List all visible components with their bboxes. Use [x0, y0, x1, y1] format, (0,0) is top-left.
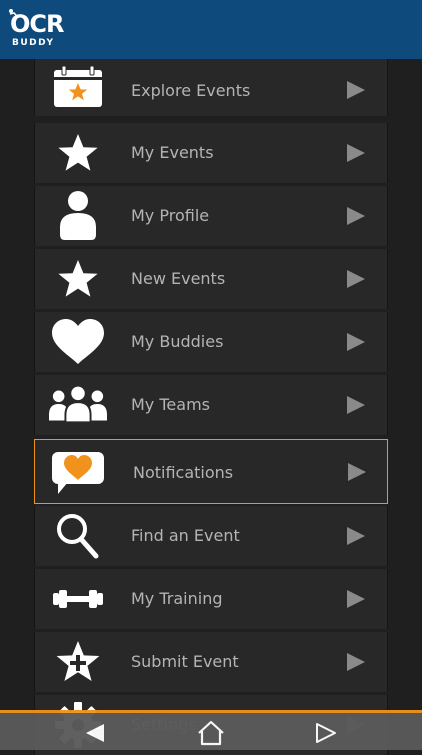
magnifier-icon: [49, 511, 107, 561]
back-button[interactable]: [78, 717, 112, 749]
chevron-right-icon: [347, 144, 365, 162]
menu-item-label: Notifications: [133, 463, 234, 482]
chevron-right-icon: [347, 81, 365, 99]
app-header: OCR BUDDY: [0, 0, 422, 59]
menu-item-label: My Events: [131, 143, 214, 162]
chevron-right-icon: [347, 653, 365, 671]
logo-subtext: BUDDY: [12, 38, 55, 48]
home-icon: [198, 720, 224, 746]
star-icon: [49, 128, 107, 178]
menu-item-label: New Events: [131, 269, 226, 288]
chevron-right-icon: [347, 207, 365, 225]
menu-item-my-buddies[interactable]: My Buddies: [34, 312, 388, 372]
group-icon: [49, 380, 107, 430]
heart-icon: [49, 317, 107, 367]
menu-item-notifications[interactable]: Notifications: [34, 439, 388, 504]
person-icon: [49, 191, 107, 241]
menu-item-find-event[interactable]: Find an Event: [34, 506, 388, 566]
speech-heart-icon: [49, 447, 107, 497]
app-logo[interactable]: OCR BUDDY: [8, 8, 66, 50]
menu-item-label: Explore Events: [131, 81, 251, 100]
chevron-right-icon: [348, 463, 366, 481]
chevron-right-icon: [347, 590, 365, 608]
back-icon: [86, 724, 104, 742]
dumbbell-icon: [49, 574, 107, 624]
menu-item-my-training[interactable]: My Training: [34, 569, 388, 629]
menu-item-label: My Teams: [131, 395, 210, 414]
menu-item-label: My Buddies: [131, 332, 224, 351]
menu-item-my-profile[interactable]: My Profile: [34, 186, 388, 246]
home-button[interactable]: [194, 717, 228, 749]
menu-item-my-events[interactable]: My Events: [34, 123, 388, 183]
chevron-right-icon: [347, 396, 365, 414]
menu-item-explore-events[interactable]: Explore Events: [34, 59, 388, 116]
calendar-star-icon: [49, 62, 107, 112]
menu-item-my-teams[interactable]: My Teams: [34, 375, 388, 435]
recent-icon: [316, 723, 336, 743]
system-nav-bar: [0, 710, 422, 750]
star-icon: [49, 254, 107, 304]
star-plus-icon: [49, 637, 107, 687]
chevron-right-icon: [347, 333, 365, 351]
menu-item-new-events[interactable]: New Events: [34, 249, 388, 309]
recent-button[interactable]: [309, 717, 343, 749]
chevron-right-icon: [347, 527, 365, 545]
menu-item-label: My Training: [131, 589, 223, 608]
menu-item-submit-event[interactable]: Submit Event: [34, 632, 388, 692]
menu-item-label: Find an Event: [131, 526, 240, 545]
menu-item-label: My Profile: [131, 206, 210, 225]
menu-item-label: Submit Event: [131, 652, 239, 671]
chevron-right-icon: [347, 270, 365, 288]
logo-text: OCR: [10, 10, 64, 38]
